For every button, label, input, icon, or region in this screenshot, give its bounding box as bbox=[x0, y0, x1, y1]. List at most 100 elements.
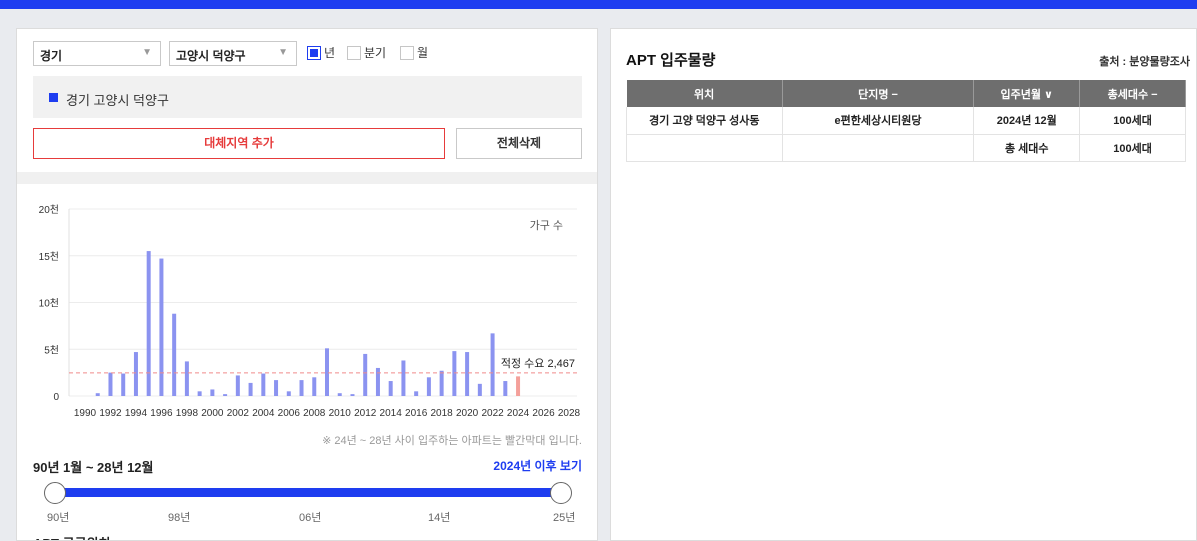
column-header-complex[interactable]: 단지명 − bbox=[782, 80, 975, 107]
bar bbox=[235, 375, 240, 396]
bar bbox=[133, 352, 138, 396]
checkbox-box[interactable] bbox=[400, 45, 414, 60]
region-item[interactable]: 경기 고양시 덕양구 bbox=[66, 90, 169, 109]
x-tick-label: 1992 bbox=[99, 408, 122, 419]
y-tick-label: 0 bbox=[53, 392, 59, 403]
range-slider-start-handle[interactable] bbox=[44, 482, 66, 504]
x-tick-label: 1998 bbox=[176, 408, 199, 419]
bar bbox=[388, 381, 393, 396]
city-select[interactable]: 고양시 덕양구 ▼ bbox=[169, 41, 297, 66]
bar bbox=[426, 377, 431, 396]
period-quarter-checkbox[interactable]: 분기 bbox=[347, 44, 386, 61]
x-tick-label: 2008 bbox=[303, 408, 326, 419]
bar bbox=[503, 381, 508, 396]
table-cell: 100세대 bbox=[1079, 134, 1186, 162]
x-tick-label: 1990 bbox=[74, 408, 97, 419]
y-tick-label: 15천 bbox=[39, 251, 59, 263]
bar bbox=[516, 376, 521, 396]
bar bbox=[223, 394, 228, 396]
city-select-value: 고양시 덕양구 bbox=[176, 49, 246, 63]
range-label: 90년 1월 ~ 28년 12월 bbox=[33, 460, 154, 475]
bar bbox=[299, 380, 304, 396]
delete-all-button[interactable]: 전체삭제 bbox=[456, 128, 582, 159]
slider-tick-label: 90년 bbox=[47, 512, 70, 524]
bar bbox=[337, 393, 342, 396]
region-color-marker bbox=[49, 93, 58, 102]
province-select[interactable]: 경기 ▼ bbox=[33, 41, 161, 66]
apt-table: 위치 단지명 − 입주년월 ∨ 총세대수 − 경기 고양 덕양구 성사동 e편한… bbox=[626, 80, 1186, 162]
chevron-down-icon: ▼ bbox=[142, 47, 152, 58]
bar bbox=[159, 258, 164, 396]
x-tick-label: 2010 bbox=[329, 408, 352, 419]
table-cell: 2024년 12월 bbox=[973, 107, 1081, 135]
reference-label: 적정 수요 2,467 bbox=[501, 357, 575, 370]
checkbox-label: 년 bbox=[324, 46, 336, 60]
x-tick-label: 2018 bbox=[431, 408, 454, 419]
slider-tick-label: 98년 bbox=[168, 512, 191, 524]
province-select-value: 경기 bbox=[40, 49, 63, 63]
bar bbox=[350, 394, 355, 396]
range-slider-end-handle[interactable] bbox=[550, 482, 572, 504]
bar bbox=[452, 351, 457, 396]
x-tick-label: 2006 bbox=[278, 408, 301, 419]
x-tick-label: 2020 bbox=[456, 408, 479, 419]
top-bar bbox=[0, 0, 1197, 9]
left-panel: 경기 ▼ 고양시 덕양구 ▼ 년 분기 월 경기 고양시 덕양구 대체지역 추가… bbox=[16, 28, 598, 541]
add-region-button[interactable]: 대체지역 추가 bbox=[33, 128, 445, 159]
bar bbox=[210, 389, 215, 396]
period-month-checkbox[interactable]: 월 bbox=[400, 44, 428, 61]
bar bbox=[477, 383, 482, 396]
slider-tick-label: 14년 bbox=[428, 512, 451, 524]
bar bbox=[184, 361, 189, 396]
bar bbox=[121, 373, 126, 396]
x-tick-label: 2026 bbox=[532, 408, 555, 419]
checkbox-box[interactable] bbox=[307, 45, 321, 60]
supply-location-title: APT 공급위치 bbox=[33, 533, 110, 540]
bar bbox=[172, 313, 177, 396]
y-tick-label: 10천 bbox=[39, 298, 59, 310]
bar bbox=[375, 367, 380, 396]
table-cell: 총 세대수 bbox=[973, 134, 1081, 162]
checkbox-label: 분기 bbox=[364, 46, 387, 60]
source-label: 출처 : 분양물량조사 bbox=[1099, 56, 1190, 68]
bar bbox=[146, 251, 151, 396]
divider bbox=[17, 172, 597, 184]
bar bbox=[465, 352, 470, 396]
bar bbox=[95, 393, 100, 396]
column-header-move-in[interactable]: 입주년월 ∨ bbox=[973, 80, 1081, 107]
column-header-households[interactable]: 총세대수 − bbox=[1079, 80, 1186, 107]
panel-title: APT 입주물량 bbox=[626, 52, 716, 69]
x-tick-label: 2028 bbox=[558, 408, 581, 419]
x-tick-label: 2022 bbox=[481, 408, 504, 419]
unit-label: 가구 수 bbox=[530, 219, 563, 232]
x-tick-label: 2014 bbox=[380, 408, 403, 419]
bar bbox=[325, 348, 329, 396]
column-header-location[interactable]: 위치 bbox=[626, 80, 783, 107]
table-cell bbox=[782, 134, 975, 162]
bar bbox=[286, 391, 291, 396]
x-tick-label: 1994 bbox=[125, 408, 148, 419]
period-year-checkbox[interactable]: 년 bbox=[307, 44, 335, 61]
region-list: 경기 고양시 덕양구 bbox=[33, 76, 582, 118]
chart-note: ※ 24년 ~ 28년 사이 입주하는 아파트는 빨간막대 입니다. bbox=[322, 435, 582, 447]
bar bbox=[248, 382, 253, 396]
table-cell: 100세대 bbox=[1079, 107, 1186, 135]
supply-bar-chart: 0 5천 10천 15천 20천가구 수적정 수요 2,467 1990 1992 1994 1… bbox=[39, 204, 581, 419]
table-row[interactable]: 경기 고양 덕양구 성사동 e편한세상시티원당 2024년 12월 100세대 bbox=[626, 107, 1186, 135]
bar bbox=[401, 360, 406, 396]
bar bbox=[108, 372, 113, 396]
after-2024-link[interactable]: 2024년 이후 보기 bbox=[493, 457, 582, 474]
bar bbox=[261, 373, 266, 396]
checkbox-box[interactable] bbox=[347, 45, 361, 60]
table-header-row: 위치 단지명 − 입주년월 ∨ 총세대수 − bbox=[626, 80, 1186, 107]
y-tick-label: 20천 bbox=[39, 204, 59, 216]
slider-tick-label: 25년 bbox=[553, 512, 576, 524]
chevron-down-icon: ▼ bbox=[278, 47, 288, 58]
bar bbox=[439, 370, 444, 396]
range-slider-track[interactable] bbox=[55, 488, 561, 497]
x-tick-label: 2024 bbox=[507, 408, 530, 419]
x-tick-label: 2004 bbox=[252, 408, 275, 419]
y-tick-label: 5천 bbox=[44, 344, 59, 356]
table-cell: 경기 고양 덕양구 성사동 bbox=[626, 107, 783, 135]
x-tick-label: 2000 bbox=[201, 408, 224, 419]
